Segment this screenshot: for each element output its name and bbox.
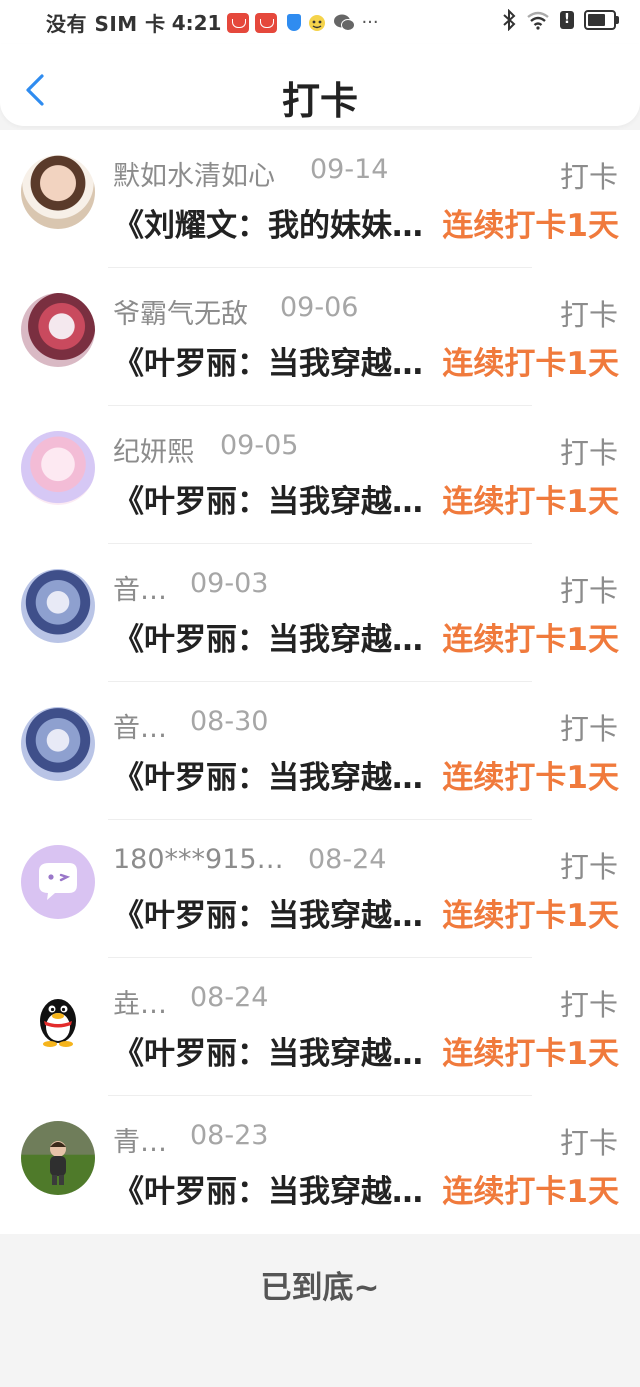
alert-icon: ! <box>560 11 574 29</box>
checkin-date: 08-24 <box>190 982 269 1013</box>
avatar[interactable] <box>21 293 95 367</box>
user-name: 默如水清如心 <box>113 161 275 192</box>
user-name: 纪妍熙 <box>113 437 194 468</box>
book-title[interactable]: 《叶罗丽：当我穿越到叶罗丽》 <box>113 614 431 659</box>
book-title[interactable]: 《叶罗丽：当我穿越到叶罗丽》 <box>113 476 431 521</box>
avatar[interactable] <box>21 1121 95 1195</box>
avatar[interactable] <box>21 155 95 229</box>
checkin-date: 09-14 <box>310 154 389 185</box>
list-footer: 已到底~ <box>0 1234 640 1387</box>
checkin-action-label: 打卡 <box>559 574 618 608</box>
avatar[interactable] <box>21 707 95 781</box>
child-photo <box>50 1141 66 1185</box>
book-title[interactable]: 《叶罗丽：当我穿越到叶罗丽》 <box>113 890 431 935</box>
avatar[interactable] <box>21 569 95 643</box>
streak-label: 连续打卡1天 <box>442 622 619 658</box>
chat-bubble-icon <box>39 863 77 900</box>
streak-label: 连续打卡1天 <box>442 760 619 796</box>
status-right: ! <box>502 9 619 31</box>
clock: 4:21 <box>171 10 222 35</box>
user-name: 音… <box>113 713 167 744</box>
bluetooth-icon <box>503 9 516 31</box>
end-of-list-label: 已到底~ <box>260 1270 380 1306</box>
checkin-action-label: 打卡 <box>559 712 618 746</box>
streak-label: 连续打卡1天 <box>442 898 619 934</box>
checkin-date: 08-23 <box>190 1120 269 1151</box>
avatar[interactable] <box>21 431 95 505</box>
status-left: 没有 SIM 卡 4:21 ··· <box>46 8 379 37</box>
checkin-list: 默如水清如心 09-14 打卡 《刘耀文：我的妹妹不可能这么可爱》 连续打卡1天… <box>0 130 640 1234</box>
book-title[interactable]: 《叶罗丽：当我穿越到叶罗丽》 <box>113 752 431 797</box>
book-title[interactable]: 《叶罗丽：当我穿越到叶罗丽》 <box>113 1166 431 1211</box>
list-item[interactable]: 默如水清如心 09-14 打卡 《刘耀文：我的妹妹不可能这么可爱》 连续打卡1天 <box>0 130 640 268</box>
wechat-icon <box>334 14 356 31</box>
status-bar: 没有 SIM 卡 4:21 ··· ! <box>0 0 640 44</box>
shield-icon <box>287 14 302 31</box>
avatar[interactable] <box>21 845 95 919</box>
book-title[interactable]: 《叶罗丽：当我穿越到叶罗丽》 <box>113 1028 431 1073</box>
checkin-action-label: 打卡 <box>559 436 618 470</box>
checkin-action-label: 打卡 <box>559 850 618 884</box>
checkin-date: 08-24 <box>308 844 387 875</box>
checkin-action-label: 打卡 <box>559 1126 618 1160</box>
user-name: 垚… <box>113 989 167 1020</box>
user-name: 青… <box>113 1127 167 1158</box>
list-item[interactable]: 音… 09-03 打卡 《叶罗丽：当我穿越到叶罗丽》 连续打卡1天 <box>0 544 640 682</box>
checkin-date: 09-06 <box>280 292 359 323</box>
list-item[interactable]: 垚… 08-24 打卡 《叶罗丽：当我穿越到叶罗丽》 连续打卡1天 <box>0 958 640 1096</box>
streak-label: 连续打卡1天 <box>442 1174 619 1210</box>
checkin-date: 09-03 <box>190 568 269 599</box>
streak-label: 连续打卡1天 <box>442 346 619 382</box>
list-item[interactable]: 180***915… 08-24 打卡 《叶罗丽：当我穿越到叶罗丽》 连续打卡1… <box>0 820 640 958</box>
book-title[interactable]: 《刘耀文：我的妹妹不可能这么可爱》 <box>113 200 431 245</box>
shopping-app-icon <box>227 12 250 33</box>
list-item[interactable]: 爷霸气无敌 09-06 打卡 《叶罗丽：当我穿越到叶罗丽》 连续打卡1天 <box>0 268 640 406</box>
wifi-icon <box>527 11 549 30</box>
book-title[interactable]: 《叶罗丽：当我穿越到叶罗丽》 <box>113 338 431 383</box>
list-item[interactable]: 纪妍熙 09-05 打卡 《叶罗丽：当我穿越到叶罗丽》 连续打卡1天 <box>0 406 640 544</box>
checkin-action-label: 打卡 <box>559 160 618 194</box>
sticker-icon <box>309 14 326 31</box>
list-item[interactable]: 音… 08-30 打卡 《叶罗丽：当我穿越到叶罗丽》 连续打卡1天 <box>0 682 640 820</box>
streak-label: 连续打卡1天 <box>442 484 619 520</box>
battery-icon <box>584 10 619 30</box>
avatar[interactable] <box>21 983 95 1057</box>
checkin-action-label: 打卡 <box>559 988 618 1022</box>
list-item[interactable]: 青… 08-23 打卡 《叶罗丽：当我穿越到叶罗丽》 连续打卡1天 <box>0 1096 640 1234</box>
checkin-date: 09-05 <box>220 430 299 461</box>
carrier-label: 没有 SIM 卡 <box>46 12 166 36</box>
streak-label: 连续打卡1天 <box>442 1036 619 1072</box>
checkin-action-label: 打卡 <box>559 298 618 332</box>
nav-bar: 打卡 <box>0 44 640 126</box>
penguin-icon <box>40 999 76 1047</box>
user-name: 爷霸气无敌 <box>113 299 248 330</box>
streak-label: 连续打卡1天 <box>442 208 619 244</box>
more-notifications: ··· <box>361 12 379 33</box>
page-title: 打卡 <box>281 79 358 123</box>
user-name: 音… <box>113 575 167 606</box>
checkin-date: 08-30 <box>190 706 269 737</box>
shopping-app-icon <box>255 12 278 33</box>
user-name: 180***915… <box>113 844 284 875</box>
